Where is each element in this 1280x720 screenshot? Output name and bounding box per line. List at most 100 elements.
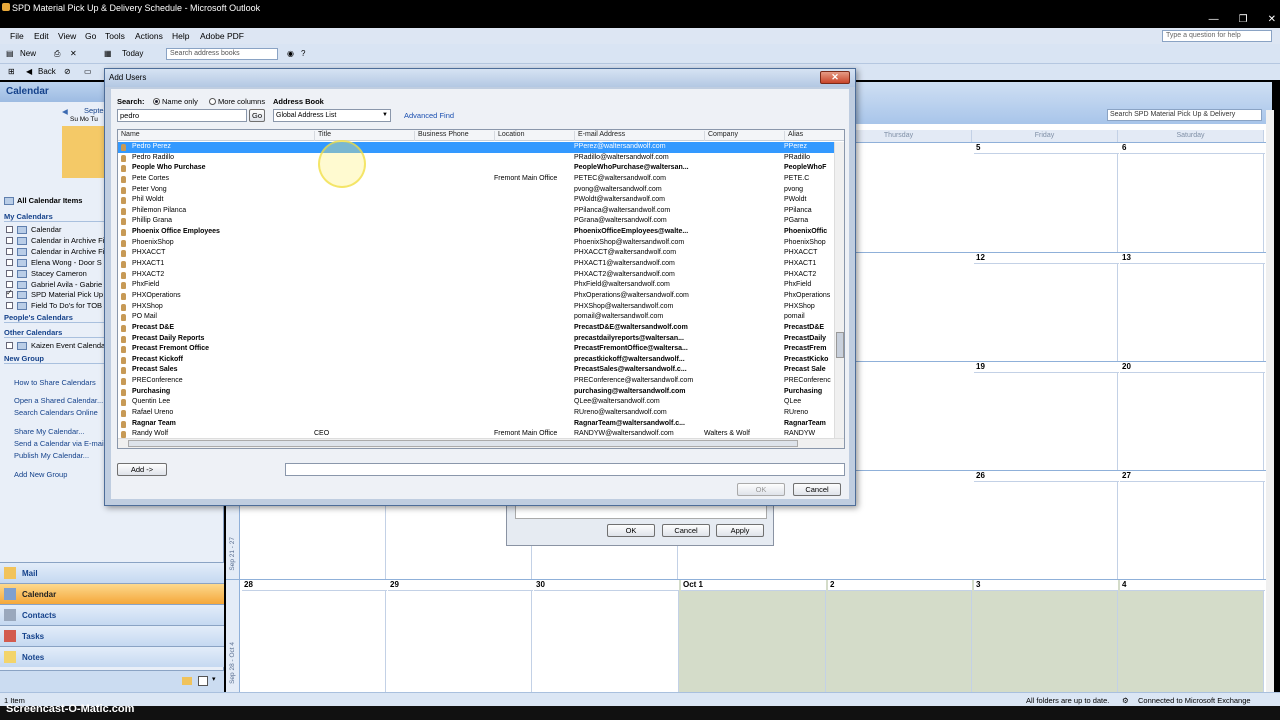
address-list[interactable]: Name Title Business Phone Location E-mai… xyxy=(117,129,845,449)
list-row[interactable]: PHXShop PHXShop@waltersandwolf.com PHXShop xyxy=(118,302,834,313)
day-cell[interactable]: 19 xyxy=(972,362,1119,470)
day-cell[interactable]: 28 xyxy=(240,580,387,692)
list-row[interactable]: PHXACT1 PHXACT1@waltersandwolf.com PHXACT1 xyxy=(118,259,834,270)
col-alias[interactable]: Alias xyxy=(784,131,844,141)
go-button[interactable]: Go xyxy=(249,109,265,122)
checkbox[interactable] xyxy=(6,281,13,288)
dialog-ok-button[interactable]: OK xyxy=(737,483,785,496)
nav-button-tasks[interactable]: Tasks xyxy=(0,625,224,646)
menu-view[interactable]: View xyxy=(58,31,76,41)
list-row[interactable]: Purchasing purchasing@waltersandwolf.com P… xyxy=(118,387,834,398)
nav-button-contacts[interactable]: Contacts xyxy=(0,604,224,625)
publish-calendar-link[interactable]: Publish My Calendar... xyxy=(14,451,89,460)
list-row[interactable]: PREConference PREConference@waltersandwol… xyxy=(118,376,834,387)
checkbox[interactable] xyxy=(6,302,13,309)
list-row[interactable]: Ragnar Team RagnarTeam@waltersandwolf.c..… xyxy=(118,419,834,430)
list-row[interactable]: PHXACT2 PHXACT2@waltersandwolf.com PHXACT2 xyxy=(118,270,834,281)
day-cell[interactable]: 12 xyxy=(972,253,1119,361)
checkbox[interactable] xyxy=(6,248,13,255)
menu-tools[interactable]: Tools xyxy=(105,31,125,41)
hscroll-thumb[interactable] xyxy=(128,440,798,447)
menu-actions[interactable]: Actions xyxy=(135,31,163,41)
day-cell[interactable]: 27 xyxy=(1118,471,1265,579)
list-row[interactable]: Rafael Ureno RUreno@waltersandwolf.com RUr… xyxy=(118,408,834,419)
list-row[interactable]: Precast Sales PrecastSales@waltersandwolf… xyxy=(118,365,834,376)
back-icon[interactable]: ◀ xyxy=(26,67,32,76)
checkbox[interactable] xyxy=(6,270,13,277)
configure-buttons-icon[interactable]: ▾ xyxy=(212,675,216,683)
list-row[interactable]: PhxField PhxField@waltersandwolf.com PhxFi… xyxy=(118,280,834,291)
radio[interactable] xyxy=(209,98,216,105)
day-cell[interactable]: 4 xyxy=(1118,580,1265,692)
list-row[interactable]: Peter Vong pvong@waltersandwolf.com pvong xyxy=(118,185,834,196)
folder-list-icon[interactable] xyxy=(182,677,192,685)
day-cell[interactable]: 3 xyxy=(972,580,1119,692)
list-row[interactable]: Phil Woldt PWoldt@waltersandwolf.com PWold… xyxy=(118,195,834,206)
day-cell[interactable]: 26 xyxy=(972,471,1119,579)
maximize-button[interactable]: ❐ xyxy=(1239,14,1248,25)
list-row[interactable]: Precast Daily Reports precastdailyreports… xyxy=(118,334,834,345)
grid-icon[interactable]: ⊞ xyxy=(8,67,15,76)
list-vertical-scrollbar[interactable] xyxy=(834,142,844,438)
help-search-input[interactable]: Type a question for help xyxy=(1162,30,1272,42)
checkbox-checked[interactable] xyxy=(6,288,13,298)
name-only-radio[interactable]: Name only xyxy=(153,97,198,106)
my-calendar-item[interactable]: Calendar in Archive Fi xyxy=(6,247,104,256)
list-row[interactable]: Pedro Radillo PRadillo@waltersandwolf.com… xyxy=(118,153,834,164)
day-cell[interactable]: 5 xyxy=(972,143,1119,252)
help-icon[interactable]: ? xyxy=(301,49,305,58)
day-cell[interactable]: 29 xyxy=(386,580,533,692)
radio-selected[interactable] xyxy=(153,98,160,105)
list-row[interactable]: Quentin Lee QLee@waltersandwolf.com QLee xyxy=(118,397,834,408)
checkbox[interactable] xyxy=(6,226,13,233)
col-email[interactable]: E-mail Address xyxy=(574,131,704,141)
mini-calendar[interactable] xyxy=(62,126,108,178)
add-button[interactable]: Add -> xyxy=(117,463,167,476)
name-search-input[interactable]: pedro xyxy=(117,109,247,122)
list-row[interactable]: People Who Purchase PeopleWhoPurchase@wal… xyxy=(118,163,834,174)
day-cell[interactable]: 20 xyxy=(1118,362,1265,470)
list-horizontal-scrollbar[interactable] xyxy=(118,438,844,448)
today-button[interactable]: Today xyxy=(122,49,143,58)
list-row[interactable]: PHXOperations PhxOperations@waltersandwol… xyxy=(118,291,834,302)
checkbox[interactable] xyxy=(6,237,13,244)
checkbox[interactable] xyxy=(6,259,13,266)
my-calendar-item[interactable]: Calendar xyxy=(6,225,61,234)
prev-month-arrow-icon[interactable]: ◀ xyxy=(62,107,68,116)
day-cell[interactable]: Oct 1 xyxy=(679,580,827,692)
list-row[interactable]: Pete Cortes Fremont Main Office PETEC@walt… xyxy=(118,174,834,185)
col-title[interactable]: Title xyxy=(314,131,414,141)
add-new-group-link[interactable]: Add New Group xyxy=(14,470,67,479)
menu-file[interactable]: File xyxy=(10,31,24,41)
menu-go[interactable]: Go xyxy=(85,31,96,41)
col-name[interactable]: Name xyxy=(118,131,314,141)
list-row[interactable]: Precast D&E PrecastD&E@waltersandwolf.com… xyxy=(118,323,834,334)
menu-adobe-pdf[interactable]: Adobe PDF xyxy=(200,31,244,41)
send-calendar-email-link[interactable]: Send a Calendar via E-mail... xyxy=(14,439,112,448)
list-row[interactable]: Precast Kickoff precastkickoff@waltersand… xyxy=(118,355,834,366)
all-calendar-items[interactable]: All Calendar Items xyxy=(4,196,82,205)
new-button[interactable]: New xyxy=(20,49,36,58)
my-calendar-item[interactable]: Elena Wong - Door S xyxy=(6,258,102,267)
folder-icon[interactable]: ▭ xyxy=(84,67,92,76)
day-cell[interactable]: 6 xyxy=(1118,143,1265,252)
list-row[interactable]: Phillip Grana PGrana@waltersandwolf.com PG… xyxy=(118,216,834,227)
day-cell[interactable]: 13 xyxy=(1118,253,1265,361)
minimize-button[interactable]: — xyxy=(1209,14,1219,25)
menu-help[interactable]: Help xyxy=(172,31,189,41)
added-users-field[interactable] xyxy=(285,463,845,476)
nav-button-calendar[interactable]: Calendar xyxy=(0,583,224,604)
my-calendar-item[interactable]: Field To Do's for TOB xyxy=(6,301,102,310)
advanced-find-link[interactable]: Advanced Find xyxy=(404,111,454,120)
behind-cancel-button[interactable]: Cancel xyxy=(662,524,710,537)
col-location[interactable]: Location xyxy=(494,131,574,141)
list-row[interactable]: Philemon Pilanca PPilanca@waltersandwolf.… xyxy=(118,206,834,217)
list-row[interactable]: Precast Fremont Office PrecastFremontOffi… xyxy=(118,344,834,355)
list-row[interactable]: PHXACCT PHXACCT@waltersandwolf.com PHXACCT xyxy=(118,248,834,259)
address-book-select[interactable]: Global Address List ▼ xyxy=(273,109,391,122)
col-company[interactable]: Company xyxy=(704,131,784,141)
col-business-phone[interactable]: Business Phone xyxy=(414,131,494,141)
my-calendar-item[interactable]: SPD Material Pick Up xyxy=(6,288,103,299)
other-calendar-item[interactable]: Kaizen Event Calenda xyxy=(6,341,105,350)
list-row[interactable]: Pedro Perez PPerez@waltersandwolf.com PPer… xyxy=(118,142,834,153)
